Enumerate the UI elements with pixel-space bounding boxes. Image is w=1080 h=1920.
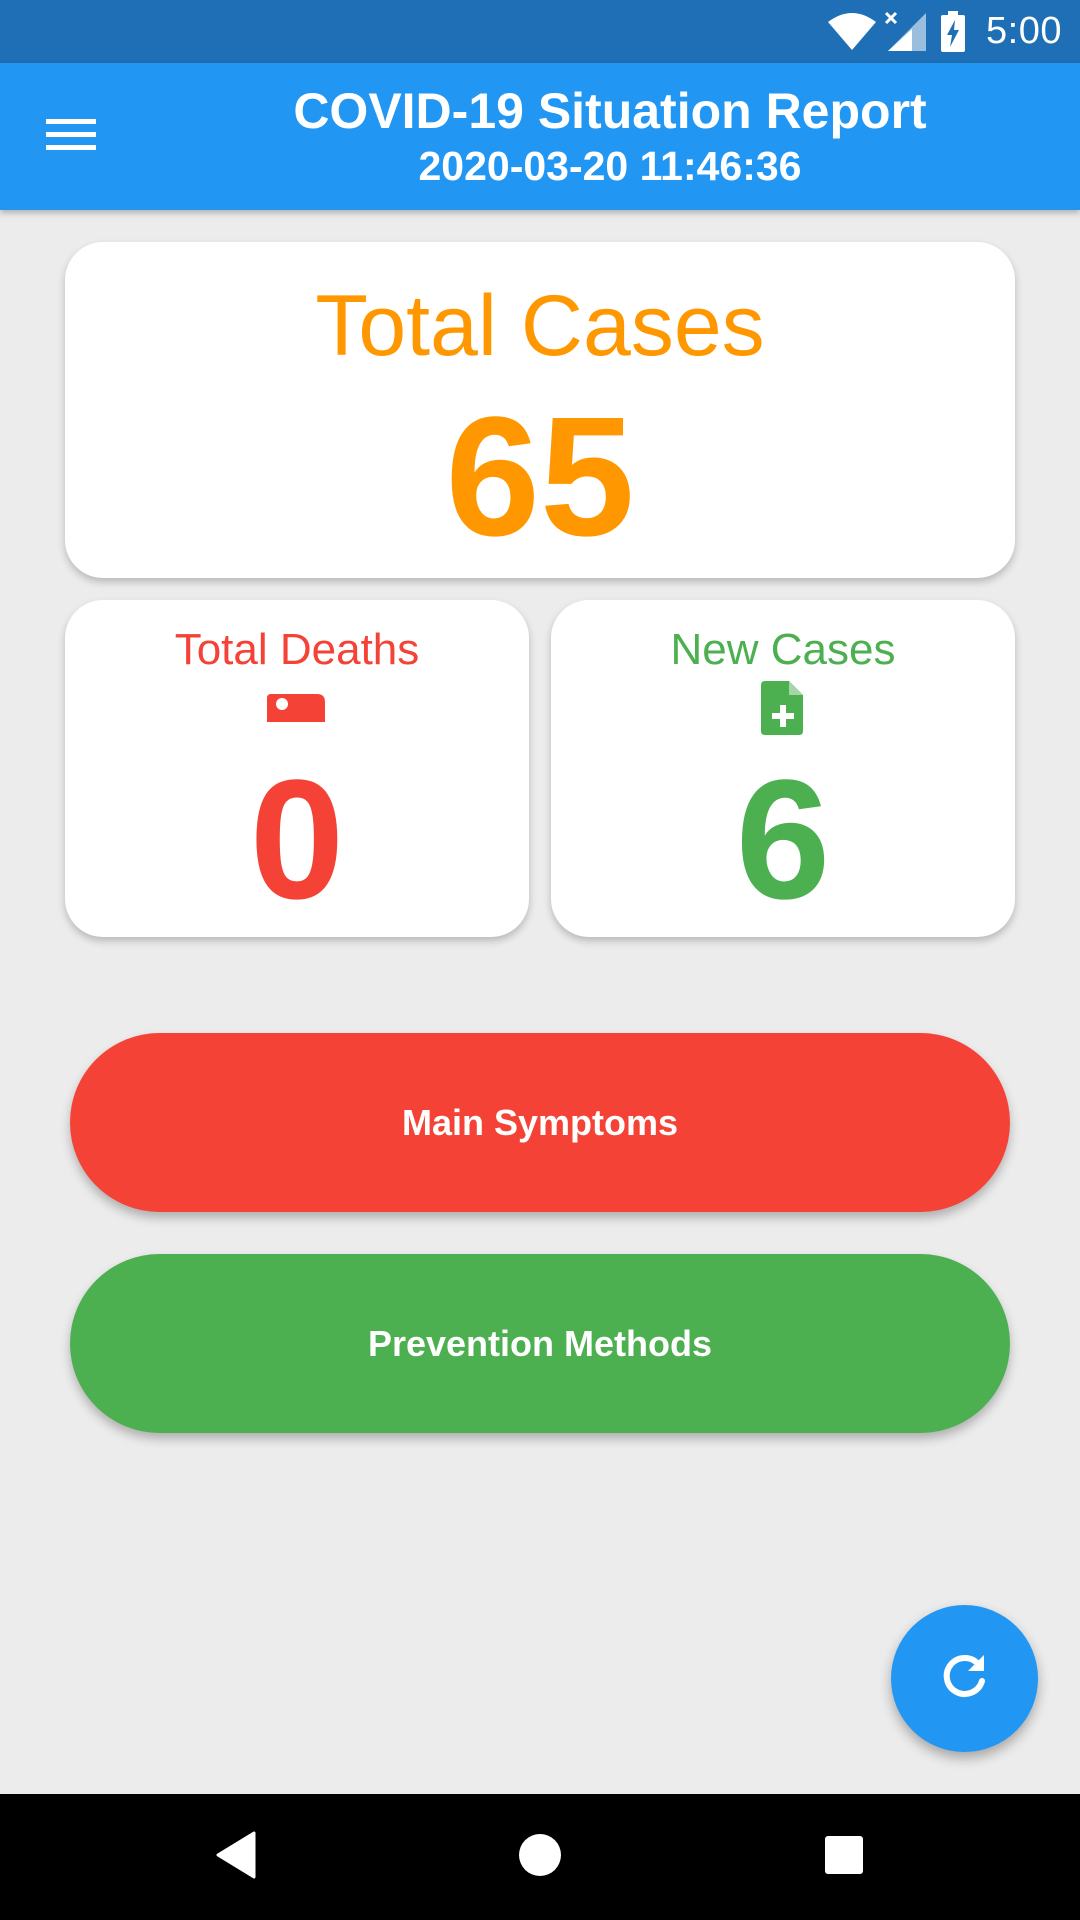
status-icons: 5:00 — [826, 0, 1062, 63]
battery-charging-icon — [940, 10, 966, 53]
new-cases-label: New Cases — [670, 625, 896, 674]
refresh-icon — [940, 1651, 990, 1706]
refresh-button[interactable] — [891, 1605, 1038, 1752]
page-title: COVID-19 Situation Report — [293, 83, 927, 139]
back-icon — [214, 1831, 258, 1884]
report-timestamp: 2020-03-20 11:46:36 — [418, 143, 802, 189]
total-deaths-value: 0 — [249, 745, 345, 935]
total-deaths-card: Total Deaths 0 — [65, 600, 529, 937]
nav-back-button[interactable] — [196, 1817, 276, 1897]
bed-icon — [267, 692, 327, 729]
nav-recents-button[interactable] — [804, 1817, 884, 1897]
app-bar: COVID-19 Situation Report 2020-03-20 11:… — [0, 63, 1080, 210]
status-time: 5:00 — [986, 10, 1062, 52]
menu-icon — [46, 115, 98, 160]
file-plus-icon — [761, 680, 805, 740]
status-bar: 5:00 — [0, 0, 1080, 63]
new-cases-card: New Cases 6 — [551, 600, 1015, 937]
recents-icon — [824, 1835, 864, 1880]
prevention-methods-button[interactable]: Prevention Methods — [70, 1254, 1010, 1433]
system-nav-bar — [0, 1794, 1080, 1920]
menu-button[interactable] — [24, 99, 120, 175]
main-symptoms-button[interactable]: Main Symptoms — [70, 1033, 1010, 1212]
wifi-icon — [826, 12, 878, 52]
total-cases-value: 65 — [445, 382, 635, 572]
cell-signal-icon — [884, 11, 928, 53]
total-deaths-label: Total Deaths — [174, 625, 420, 674]
home-icon — [518, 1833, 562, 1882]
nav-home-button[interactable] — [500, 1817, 580, 1897]
new-cases-value: 6 — [735, 745, 831, 935]
total-cases-label: Total Cases — [315, 278, 765, 374]
total-cases-card: Total Cases 65 — [65, 242, 1015, 578]
